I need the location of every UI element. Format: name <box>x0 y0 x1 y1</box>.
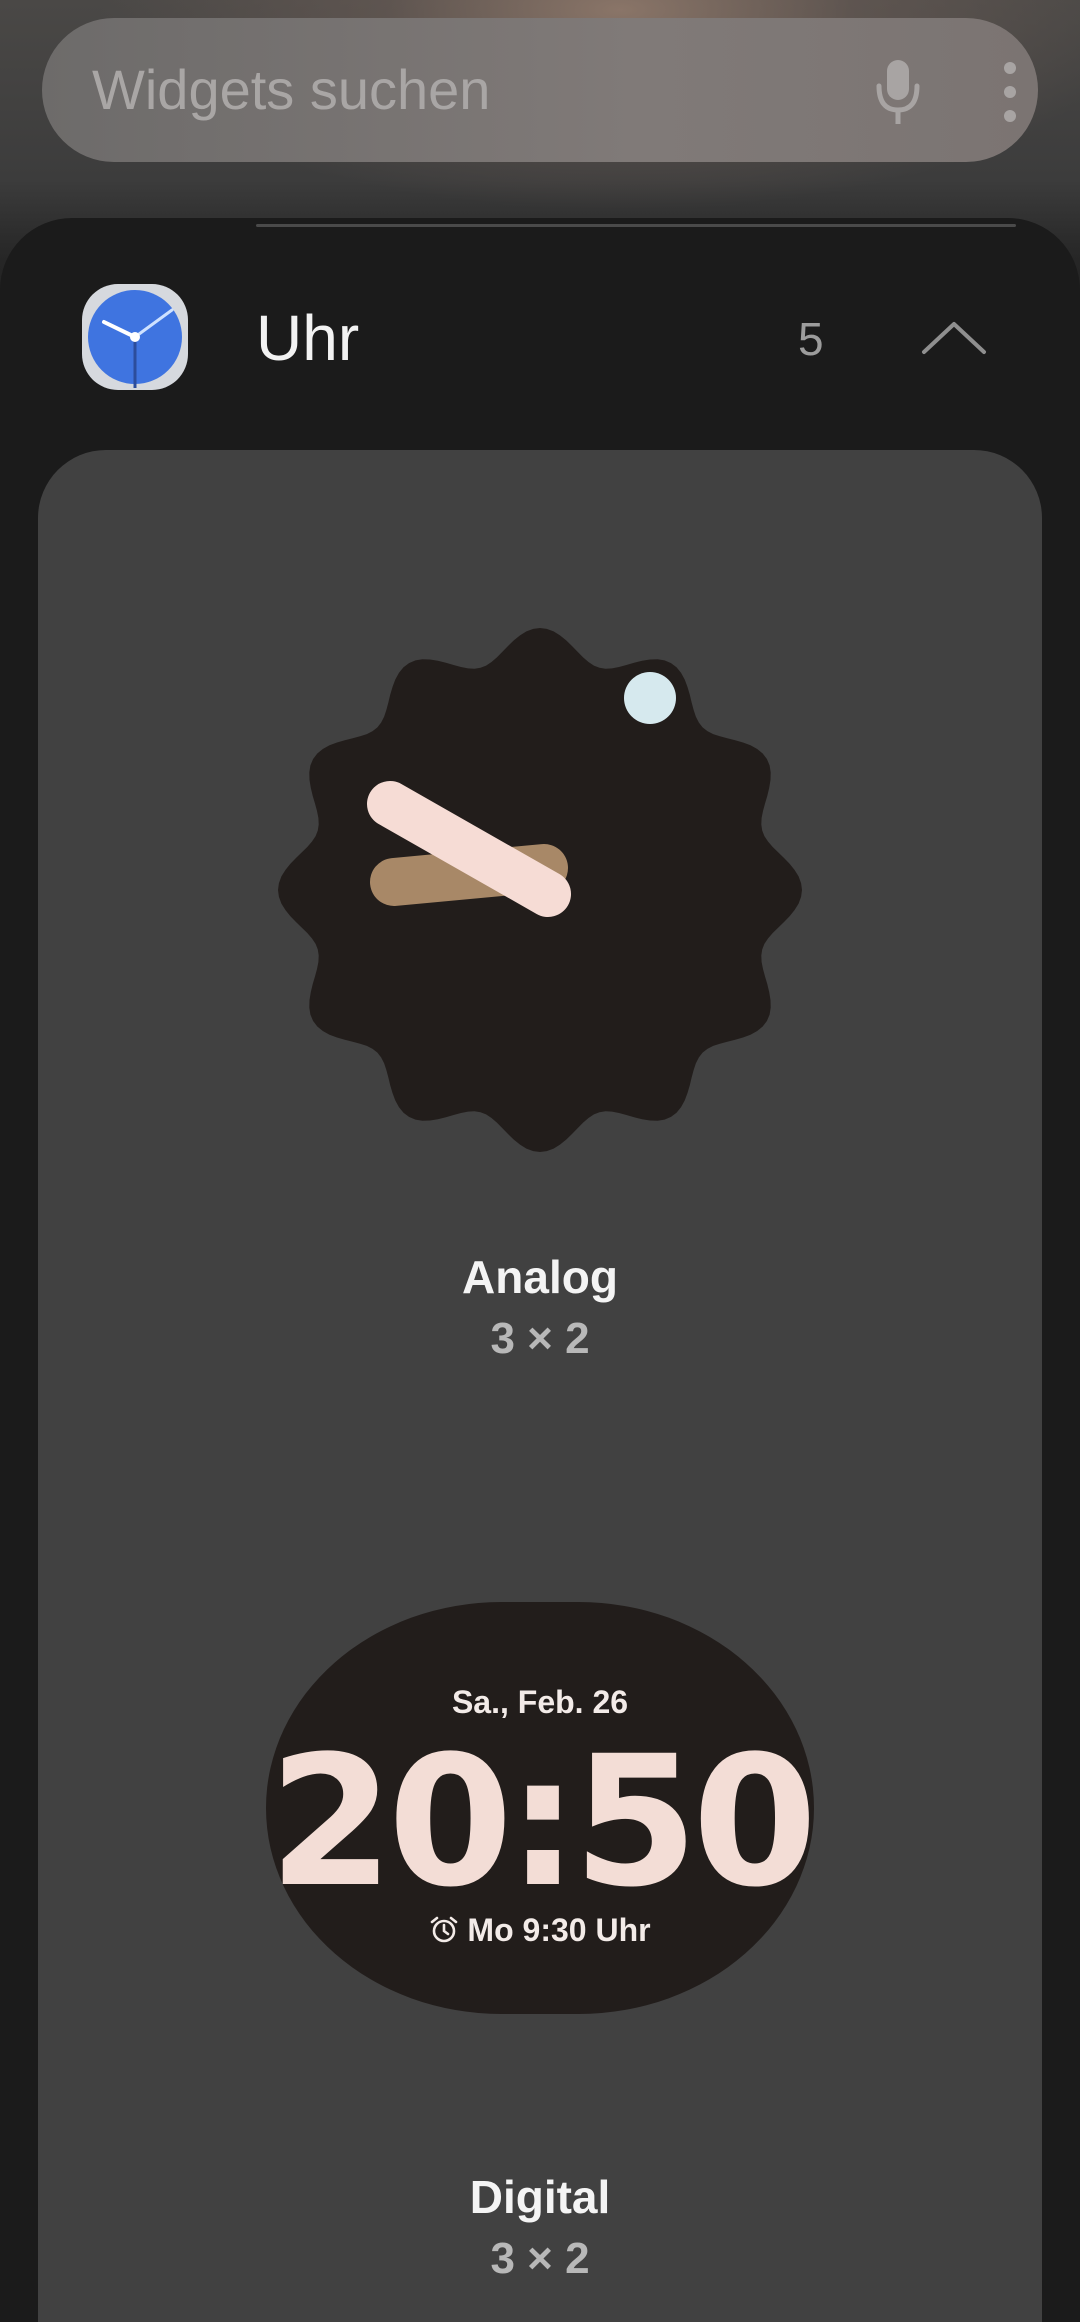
digital-clock-preview[interactable]: Sa., Feb. 26 20:50 Mo 9:30 Uhr <box>266 1602 818 2014</box>
alarm-clock-icon <box>431 1916 458 1943</box>
widget-count-badge: 5 <box>798 313 824 365</box>
clock-app-icon <box>82 284 188 390</box>
widget-search-bar[interactable]: Widgets suchen <box>42 18 1038 162</box>
microphone-icon[interactable] <box>870 54 926 130</box>
digital-date: Sa., Feb. 26 <box>451 1684 629 1720</box>
alarm-text: Mo 9:30 Uhr <box>467 1912 651 1948</box>
digital-time: 20:50 <box>268 1718 818 1927</box>
widget-sheet: Uhr 5 Analog 3 × 2 Sa., Feb. 26 20:50 Mo… <box>0 218 1080 2322</box>
second-dot <box>624 672 676 724</box>
widget-size-digital: 3 × 2 <box>490 2234 590 2283</box>
more-vert-icon[interactable] <box>990 54 1030 130</box>
app-title: Uhr <box>256 302 360 374</box>
analog-clock-preview[interactable] <box>264 614 816 1166</box>
widget-size-analog: 3 × 2 <box>490 1314 590 1363</box>
digital-alarm: Mo 9:30 Uhr <box>266 1912 814 1949</box>
widget-list-card[interactable]: Analog 3 × 2 Sa., Feb. 26 20:50 Mo 9:30 … <box>38 450 1042 2322</box>
sheet-divider <box>256 224 1016 227</box>
chevron-up-icon[interactable] <box>918 314 990 362</box>
widget-title-digital: Digital <box>469 2171 611 2223</box>
search-placeholder[interactable]: Widgets suchen <box>92 18 490 162</box>
widget-title-analog: Analog <box>462 1251 618 1303</box>
